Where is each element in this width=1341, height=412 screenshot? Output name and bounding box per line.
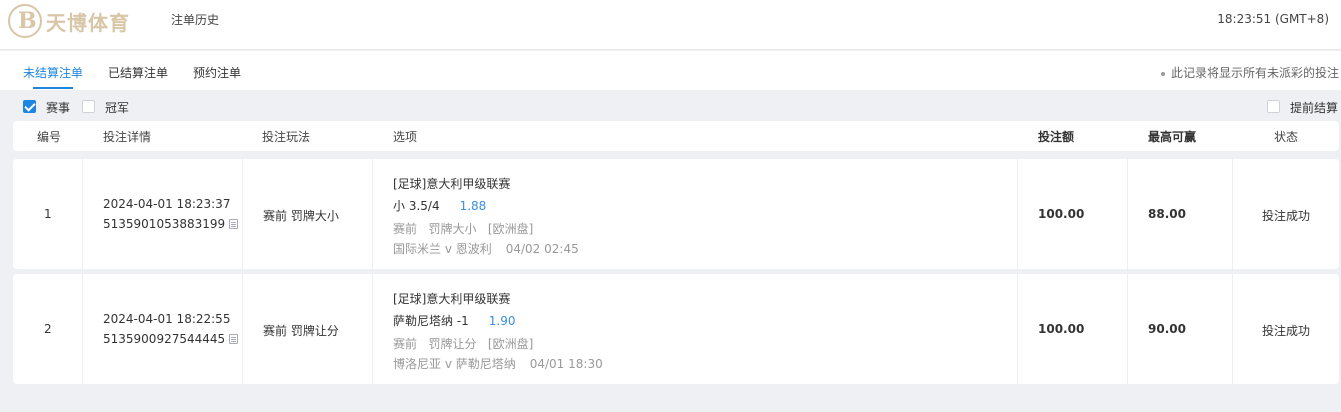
col-details: 投注详情 bbox=[103, 130, 152, 144]
col-no: 编号 bbox=[37, 130, 62, 144]
odds: 1.90 bbox=[488, 314, 516, 328]
tab-unsettled[interactable]: 未结算注单 bbox=[23, 64, 83, 81]
market-info: 赛前 罚牌让分 [欧洲盘] bbox=[393, 337, 534, 351]
bet-time: 2024-04-01 18:23:37 bbox=[103, 197, 231, 211]
logo-mark-icon: B bbox=[8, 4, 42, 38]
event-checkbox[interactable] bbox=[23, 100, 36, 113]
page-title: 注单历史 bbox=[171, 13, 220, 27]
bet-time: 2024-04-01 18:22:55 bbox=[103, 312, 231, 326]
odds: 1.88 bbox=[459, 199, 487, 213]
table-header: 编号 投注详情 投注玩法 选项 投注额 最高可赢 状态 bbox=[13, 121, 1339, 151]
max-win-amount: 90.00 bbox=[1148, 322, 1186, 336]
early-settle-checkbox[interactable] bbox=[1267, 100, 1280, 113]
top-bar: B 天博体育 注单历史 18:23:51 (GMT+8) bbox=[0, 0, 1341, 50]
outright-checkbox-label[interactable]: 冠军 bbox=[105, 99, 129, 116]
match-info: 博洛尼亚 v 萨勒尼塔纳 04/01 18:30 bbox=[393, 357, 603, 371]
bet-number: 2 bbox=[44, 322, 52, 336]
outright-checkbox[interactable] bbox=[82, 100, 95, 113]
status-badge: 投注成功 bbox=[1262, 324, 1311, 338]
col-max-win: 最高可赢 bbox=[1148, 130, 1197, 144]
bullet-icon bbox=[1160, 71, 1165, 76]
stake-amount: 100.00 bbox=[1038, 322, 1085, 336]
col-stake: 投注额 bbox=[1038, 130, 1075, 144]
early-settle-label[interactable]: 提前结算 bbox=[1290, 99, 1338, 116]
table-row: 2 2024-04-01 18:22:55 5135900927544445 赛… bbox=[13, 274, 1339, 384]
stake-amount: 100.00 bbox=[1038, 207, 1085, 221]
bet-play-type: 赛前 罚牌大小 bbox=[263, 209, 339, 223]
logo-text: 天博体育 bbox=[46, 10, 130, 35]
tab-reserved[interactable]: 预约注单 bbox=[193, 64, 241, 81]
brand-logo[interactable]: B 天博体育 bbox=[8, 3, 130, 39]
tab-settled[interactable]: 已结算注单 bbox=[108, 64, 168, 81]
col-status: 状态 bbox=[1274, 130, 1299, 144]
col-selection: 选项 bbox=[393, 130, 418, 144]
league-name: [足球]意大利甲级联赛 bbox=[393, 177, 511, 191]
market-info: 赛前 罚牌大小 [欧洲盘] bbox=[393, 222, 534, 236]
ticket-id: 5135901053883199 bbox=[103, 217, 239, 231]
ticket-id: 5135900927544445 bbox=[103, 332, 239, 346]
match-info: 国际米兰 v 恩波利 04/02 02:45 bbox=[393, 242, 579, 256]
copy-icon[interactable] bbox=[229, 334, 239, 344]
selection: 小 3.5/4 1.88 bbox=[393, 199, 487, 213]
bet-number: 1 bbox=[44, 207, 52, 221]
tabs-bar: 未结算注单 已结算注单 预约注单 此记录将显示所有未派彩的投注 bbox=[0, 51, 1341, 90]
filter-bar: 赛事 冠军 提前结算 bbox=[0, 93, 1341, 119]
status-badge: 投注成功 bbox=[1262, 209, 1311, 223]
bet-play-type: 赛前 罚牌让分 bbox=[263, 324, 339, 338]
selection: 萨勒尼塔纳 -1 1.90 bbox=[393, 314, 516, 328]
tab-note: 此记录将显示所有未派彩的投注 bbox=[1160, 64, 1339, 81]
max-win-amount: 88.00 bbox=[1148, 207, 1186, 221]
table-row: 1 2024-04-01 18:23:37 5135901053883199 赛… bbox=[13, 159, 1339, 269]
copy-icon[interactable] bbox=[229, 219, 239, 229]
league-name: [足球]意大利甲级联赛 bbox=[393, 292, 511, 306]
col-play: 投注玩法 bbox=[262, 130, 311, 144]
active-tab-indicator bbox=[33, 87, 73, 89]
event-checkbox-label[interactable]: 赛事 bbox=[46, 99, 70, 116]
server-clock: 18:23:51 (GMT+8) bbox=[1217, 12, 1329, 26]
